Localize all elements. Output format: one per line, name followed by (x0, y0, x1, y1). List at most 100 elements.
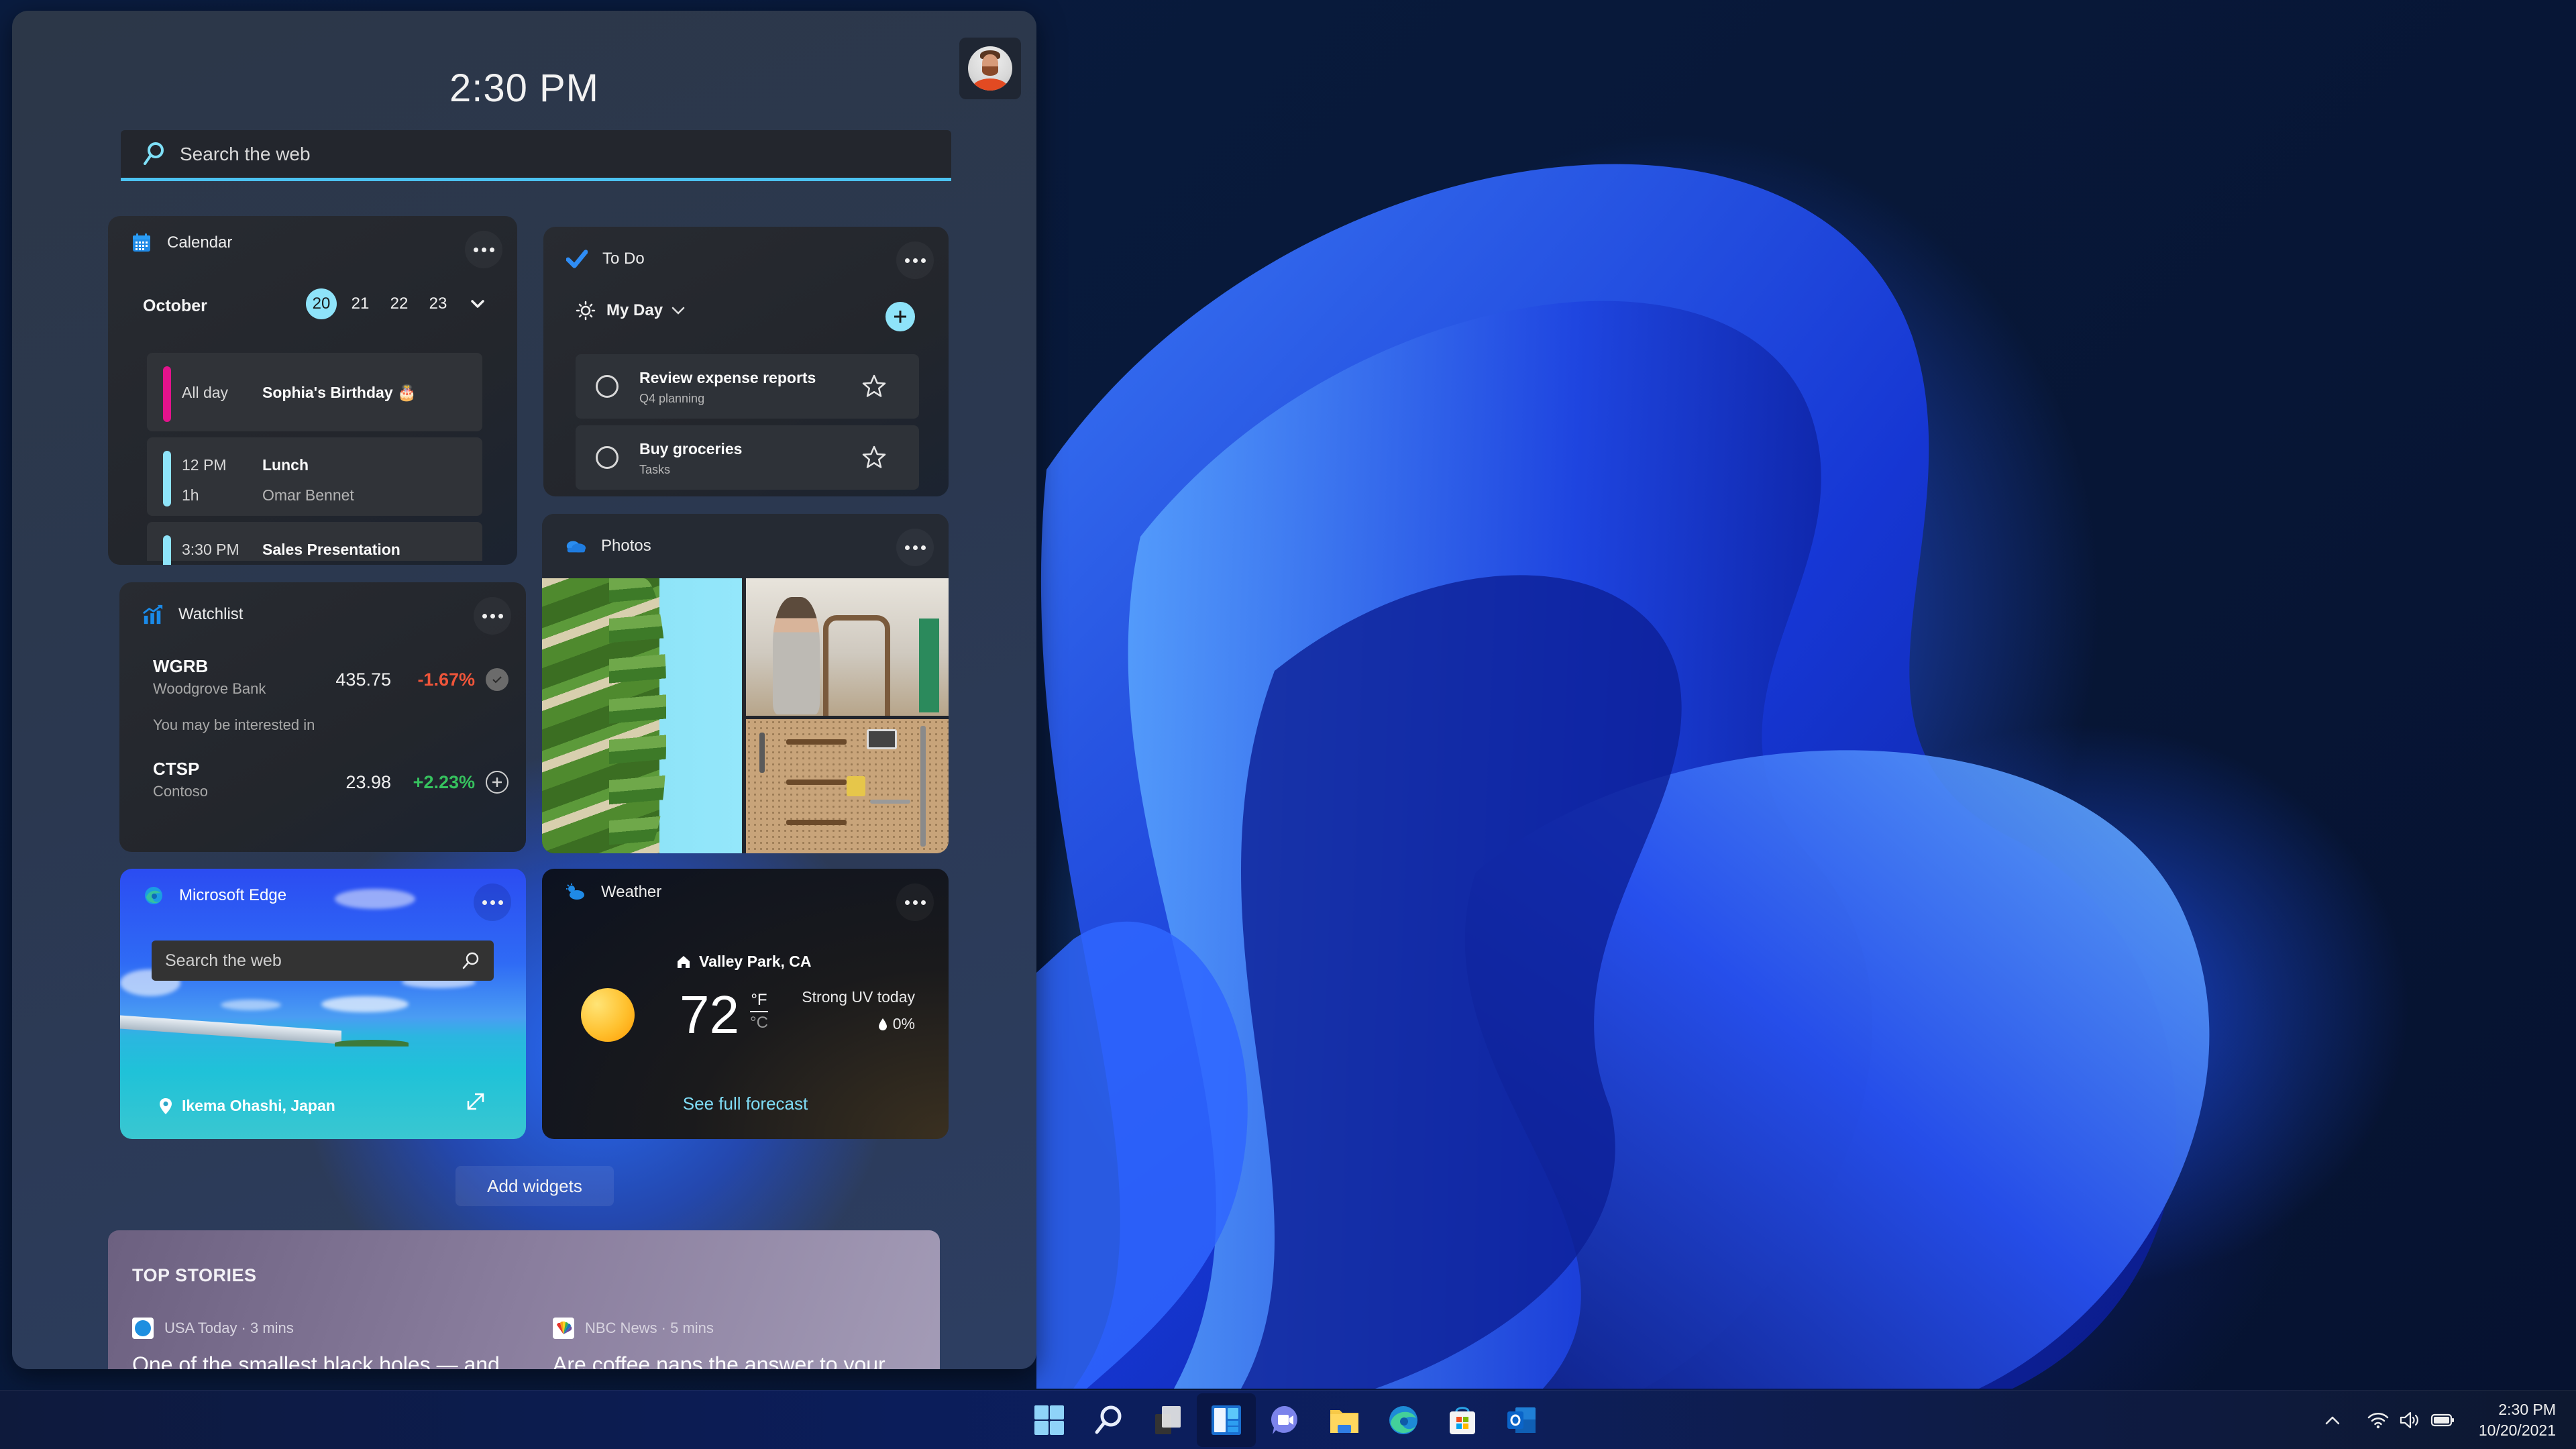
see-full-forecast-link[interactable]: See full forecast (542, 1093, 949, 1114)
taskbar: 2:30 PM 10/20/2021 (0, 1390, 2576, 1449)
usa-today-logo-icon (132, 1318, 154, 1339)
weather-partly-cloudy-icon (565, 881, 586, 903)
stock-name: Contoso (153, 783, 208, 800)
task-view-button[interactable] (1138, 1393, 1197, 1447)
todo-list-selector[interactable]: My Day (576, 301, 686, 321)
teams-chat-button[interactable] (1256, 1393, 1315, 1447)
weather-precipitation: 0% (878, 1015, 915, 1033)
task-complete-checkbox[interactable] (596, 375, 619, 398)
stock-row[interactable]: CTSP Contoso 23.98 +2.23% (153, 759, 508, 812)
event-color-bar (163, 451, 171, 506)
web-search-input[interactable] (180, 143, 851, 165)
edge-image-location[interactable]: Ikema Ohashi, Japan (159, 1097, 335, 1115)
task-complete-checkbox[interactable] (596, 446, 619, 469)
weather-location[interactable]: Valley Park, CA (676, 953, 812, 971)
file-explorer-button[interactable] (1315, 1393, 1374, 1447)
onedrive-cloud-icon (565, 535, 586, 557)
start-button[interactable] (1020, 1393, 1079, 1447)
calendar-day[interactable]: 23 (423, 288, 453, 319)
edge-more-button[interactable] (474, 883, 511, 921)
watchlist-header: Watchlist (119, 588, 526, 641)
search-icon[interactable] (462, 951, 480, 970)
stock-change: -1.67% (417, 669, 475, 690)
wifi-icon[interactable] (2363, 1405, 2393, 1435)
photos-more-button[interactable] (896, 529, 934, 566)
sun-icon (576, 301, 596, 321)
event-time: 3:30 PM (182, 541, 239, 558)
todo-list-name: My Day (606, 301, 663, 319)
profile-button[interactable] (959, 38, 1021, 99)
watchlist-title: Watchlist (178, 605, 244, 623)
unit-fahrenheit[interactable]: °F (750, 992, 768, 1012)
battery-icon[interactable] (2428, 1405, 2457, 1435)
search-button[interactable] (1079, 1393, 1138, 1447)
calendar-day[interactable]: 21 (345, 288, 376, 319)
unit-celsius[interactable]: °C (750, 1012, 768, 1031)
sunny-icon (581, 988, 635, 1042)
top-stories-section: TOP STORIES USA Today · 3 mins One of th… (108, 1230, 940, 1369)
calendar-day[interactable]: 22 (384, 288, 415, 319)
todo-widget: To Do My Day Review expense reports Q4 p… (543, 227, 949, 496)
calendar-header: Calendar (108, 216, 517, 270)
windows-logo-icon (1034, 1405, 1064, 1435)
edge-search-box[interactable] (152, 941, 494, 981)
stock-row[interactable]: WGRB Woodgrove Bank 435.75 -1.67% (153, 656, 508, 710)
edge-icon (1389, 1406, 1417, 1434)
event-time: 12 PM (182, 456, 227, 474)
volume-icon[interactable] (2396, 1405, 2425, 1435)
calendar-event[interactable]: 12 PM 1h Lunch Omar Bennet (147, 437, 482, 516)
todo-more-button[interactable] (896, 241, 934, 279)
show-hidden-icons-chevron-up-icon[interactable] (2318, 1405, 2347, 1435)
story-source-label: USA Today · 3 mins (164, 1320, 294, 1336)
add-task-button[interactable] (885, 302, 915, 331)
calendar-day-strip: 20 21 22 23 (306, 288, 488, 319)
calendar-day[interactable]: 20 (306, 288, 337, 319)
photos-title: Photos (601, 537, 651, 555)
todo-check-icon (566, 248, 588, 270)
taskbar-time: 2:30 PM (2498, 1400, 2556, 1418)
todo-task[interactable]: Review expense reports Q4 planning (576, 354, 919, 419)
star-icon[interactable] (861, 373, 888, 400)
todo-task[interactable]: Buy groceries Tasks (576, 425, 919, 490)
search-icon (1095, 1405, 1122, 1434)
task-title: Review expense reports (639, 369, 816, 386)
microsoft-store-button[interactable] (1433, 1393, 1492, 1447)
web-search-bar[interactable] (121, 130, 951, 181)
edge-button[interactable] (1374, 1393, 1433, 1447)
todo-title: To Do (602, 250, 645, 268)
news-story[interactable]: USA Today · 3 mins One of the smallest b… (132, 1318, 521, 1369)
expand-icon[interactable] (464, 1090, 487, 1113)
photo-tool-wall[interactable] (746, 719, 949, 853)
news-story[interactable]: NBC News · 5 mins Are coffee naps the an… (553, 1318, 942, 1369)
system-tray: 2:30 PM 10/20/2021 (2318, 1391, 2576, 1449)
photo-woodworker[interactable] (746, 578, 949, 716)
stock-added-check-icon[interactable] (486, 668, 508, 691)
photo-green-building[interactable] (542, 578, 742, 853)
calendar-event[interactable]: 3:30 PM Sales Presentation (147, 522, 482, 565)
star-icon[interactable] (861, 444, 888, 471)
taskbar-apps (1020, 1391, 1551, 1449)
add-widgets-button[interactable]: Add widgets (455, 1166, 614, 1206)
outlook-button[interactable] (1492, 1393, 1551, 1447)
story-source-label: NBC News · 5 mins (585, 1320, 714, 1336)
calendar-expand-chevron-icon[interactable] (467, 293, 488, 315)
calendar-event[interactable]: All day Sophia's Birthday 🎂 (147, 353, 482, 431)
widgets-button[interactable] (1197, 1393, 1256, 1447)
event-title: Lunch (262, 456, 309, 474)
calendar-more-button[interactable] (465, 231, 502, 268)
add-stock-plus-icon[interactable] (486, 771, 508, 794)
task-view-icon (1155, 1406, 1181, 1434)
calendar-widget: Calendar October 20 21 22 23 All day Sop… (108, 216, 517, 565)
edge-search-input[interactable] (165, 951, 462, 971)
photos-widget: Photos (542, 514, 949, 853)
photos-header: Photos (542, 514, 949, 578)
taskbar-clock[interactable]: 2:30 PM 10/20/2021 (2479, 1399, 2556, 1441)
watchlist-more-button[interactable] (474, 597, 511, 635)
location-pin-icon (160, 1097, 172, 1114)
store-icon (1450, 1407, 1475, 1434)
photo-grid (542, 578, 949, 853)
temperature-unit-toggle[interactable]: °F °C (750, 992, 768, 1031)
raindrop-icon (878, 1018, 887, 1030)
weather-more-button[interactable] (896, 883, 934, 921)
calendar-title: Calendar (167, 233, 233, 252)
